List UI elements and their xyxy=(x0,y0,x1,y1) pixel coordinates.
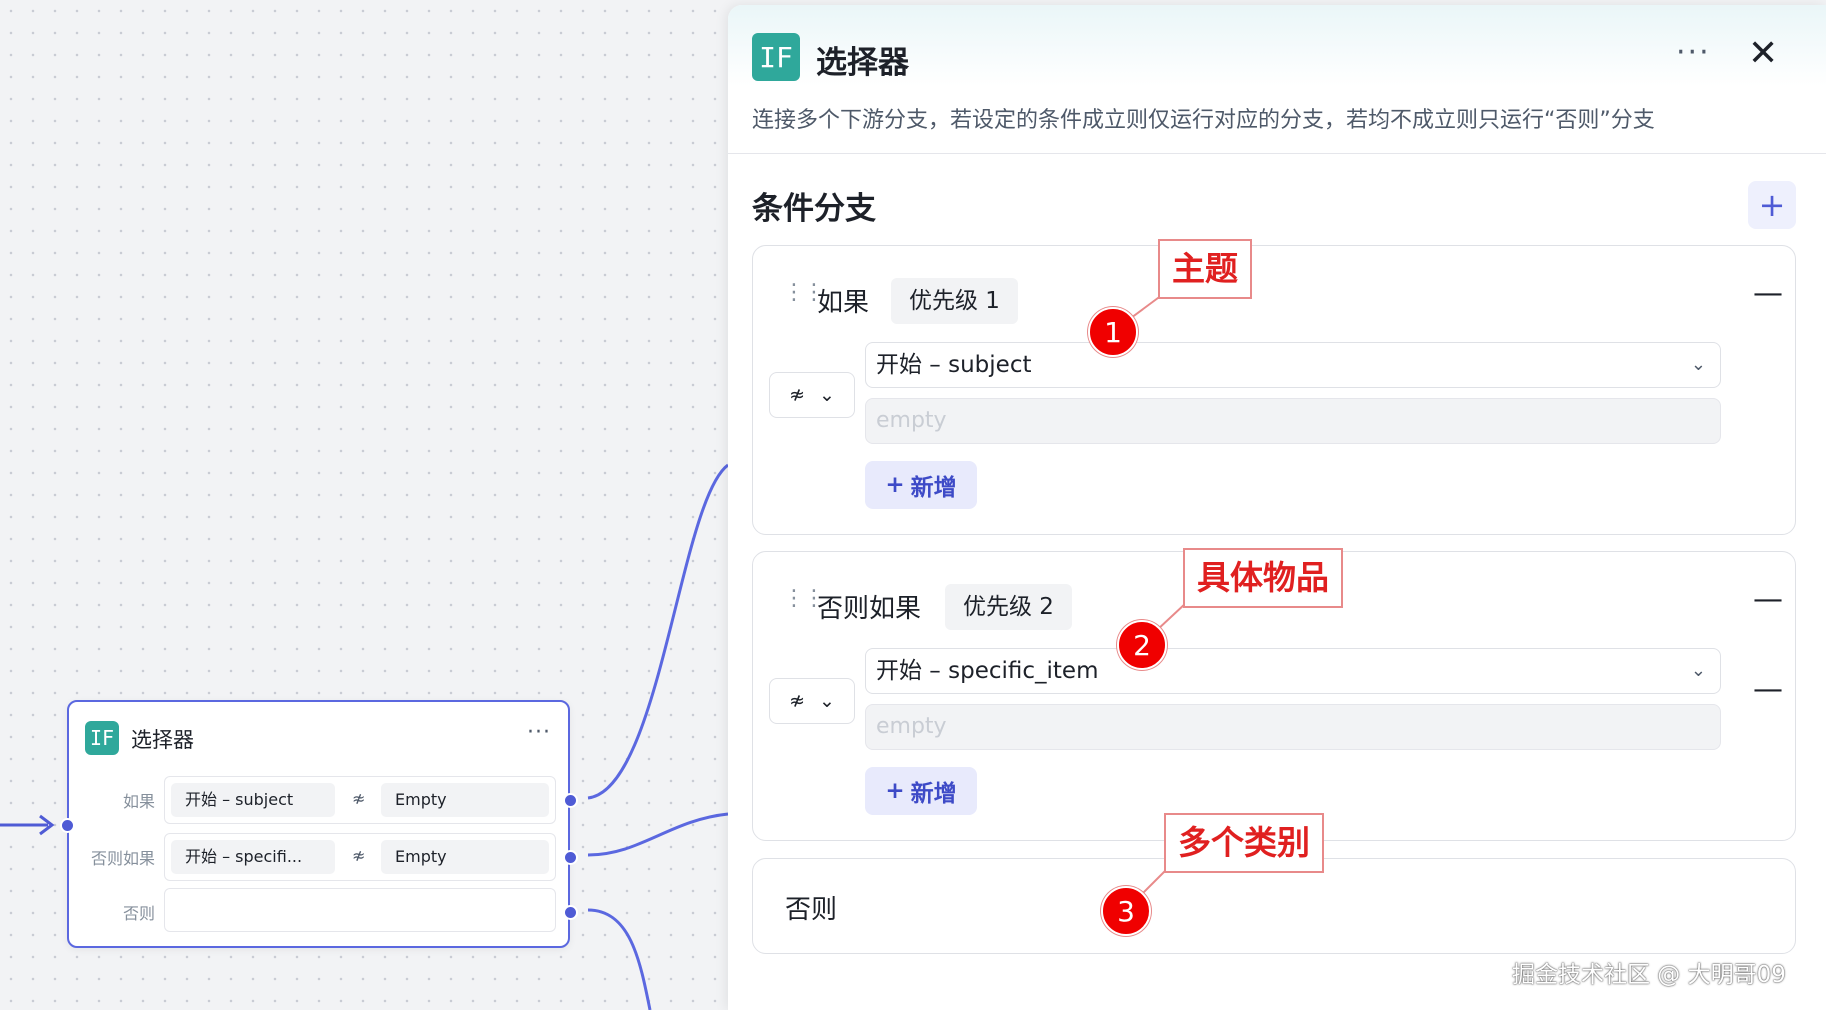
annotation-number-2: 2 xyxy=(1117,620,1167,670)
annotation-number-1: 1 xyxy=(1088,307,1138,357)
annotation-label-2: 具体物品 xyxy=(1183,548,1343,608)
annotation-lines xyxy=(1111,294,1187,911)
annotation-number-3: 3 xyxy=(1101,886,1151,936)
watermark: 掘金技术社区 @ 大明哥09 xyxy=(1512,962,1786,988)
annotation-label-1: 主题 xyxy=(1158,239,1252,299)
annotation-label-3: 多个类别 xyxy=(1164,813,1324,873)
